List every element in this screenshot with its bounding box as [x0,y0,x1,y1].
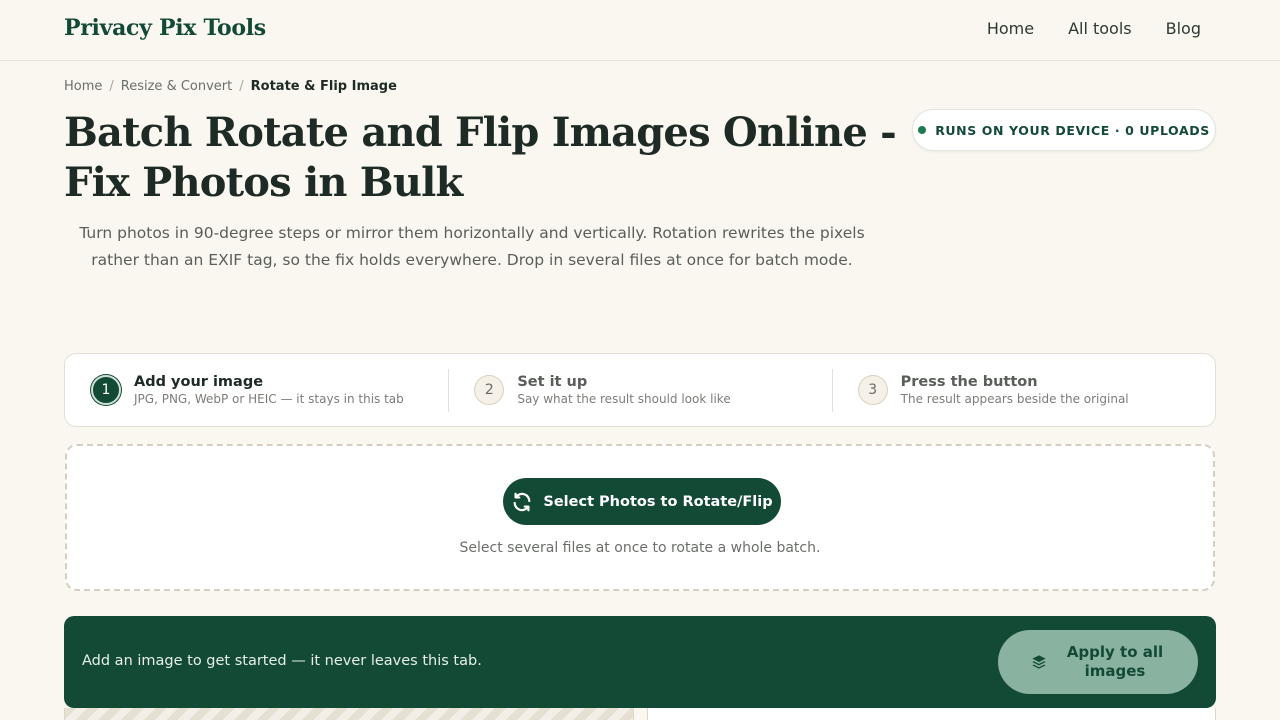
status-dot-icon [918,126,927,134]
breadcrumb-separator: / [239,79,244,94]
breadcrumb-home[interactable]: Home [64,79,102,94]
action-bar: Add an image to get started — it never l… [64,616,1216,708]
step-title: Press the button [900,374,1038,390]
step-number: 3 [857,375,888,405]
select-photos-label: Select Photos to Rotate/Flip [543,493,773,510]
layers-icon [1031,654,1047,670]
step-subtitle: JPG, PNG, WebP or HEIC — it stays in thi… [134,392,404,406]
original-preview-panel [64,708,634,720]
page-intro: Turn photos in 90-degree steps or mirror… [79,224,865,269]
step-add-image: 1 Add your image JPG, PNG, WebP or HEIC … [65,354,448,426]
action-message: Add an image to get started — it never l… [82,653,482,669]
steps-panel: 1 Add your image JPG, PNG, WebP or HEIC … [64,353,1216,427]
step-subtitle: The result appears beside the original [900,392,1129,406]
breadcrumb-separator: / [109,79,114,94]
nav-blog-link[interactable]: Blog [1166,19,1201,38]
step-subtitle: Say what the result should look like [517,392,731,406]
breadcrumb-current: Rotate & Flip Image [250,79,397,94]
site-logo[interactable]: Privacy Pix Tools [64,15,266,41]
step-press-button: 3 Press the button The result appears be… [831,354,1215,426]
top-bar: Privacy Pix Tools Home All tools Blog [0,0,1280,61]
dropzone-hint: Select several files at once to rotate a… [459,540,821,556]
nav-all-tools-link[interactable]: All tools [1068,19,1132,38]
step-title: Add your image [134,374,264,390]
main-nav: Home All tools Blog [987,19,1201,38]
page-title: Batch Rotate and Flip Images Online - Fi… [64,109,897,206]
step-number: 1 [91,375,121,405]
breadcrumb: Home / Resize & Convert / Rotate & Flip … [64,79,397,94]
apply-to-all-label: Apply to all images [1066,643,1164,680]
step-title: Set it up [517,374,588,390]
rotate-icon [513,492,531,511]
file-dropzone[interactable]: Select Photos to Rotate/Flip Select seve… [65,444,1215,591]
apply-to-all-button[interactable]: Apply to all images [998,630,1198,694]
nav-home-link[interactable]: Home [987,19,1034,38]
breadcrumb-resize-convert[interactable]: Resize & Convert [121,79,232,94]
privacy-badge-label: RUNS ON YOUR DEVICE · 0 UPLOADS [935,122,1210,138]
step-number: 2 [474,375,505,405]
result-preview-panel [647,708,1216,720]
select-photos-button[interactable]: Select Photos to Rotate/Flip [503,478,781,525]
step-set-up: 2 Set it up Say what the result should l… [448,354,831,426]
privacy-badge: RUNS ON YOUR DEVICE · 0 UPLOADS [912,109,1216,151]
